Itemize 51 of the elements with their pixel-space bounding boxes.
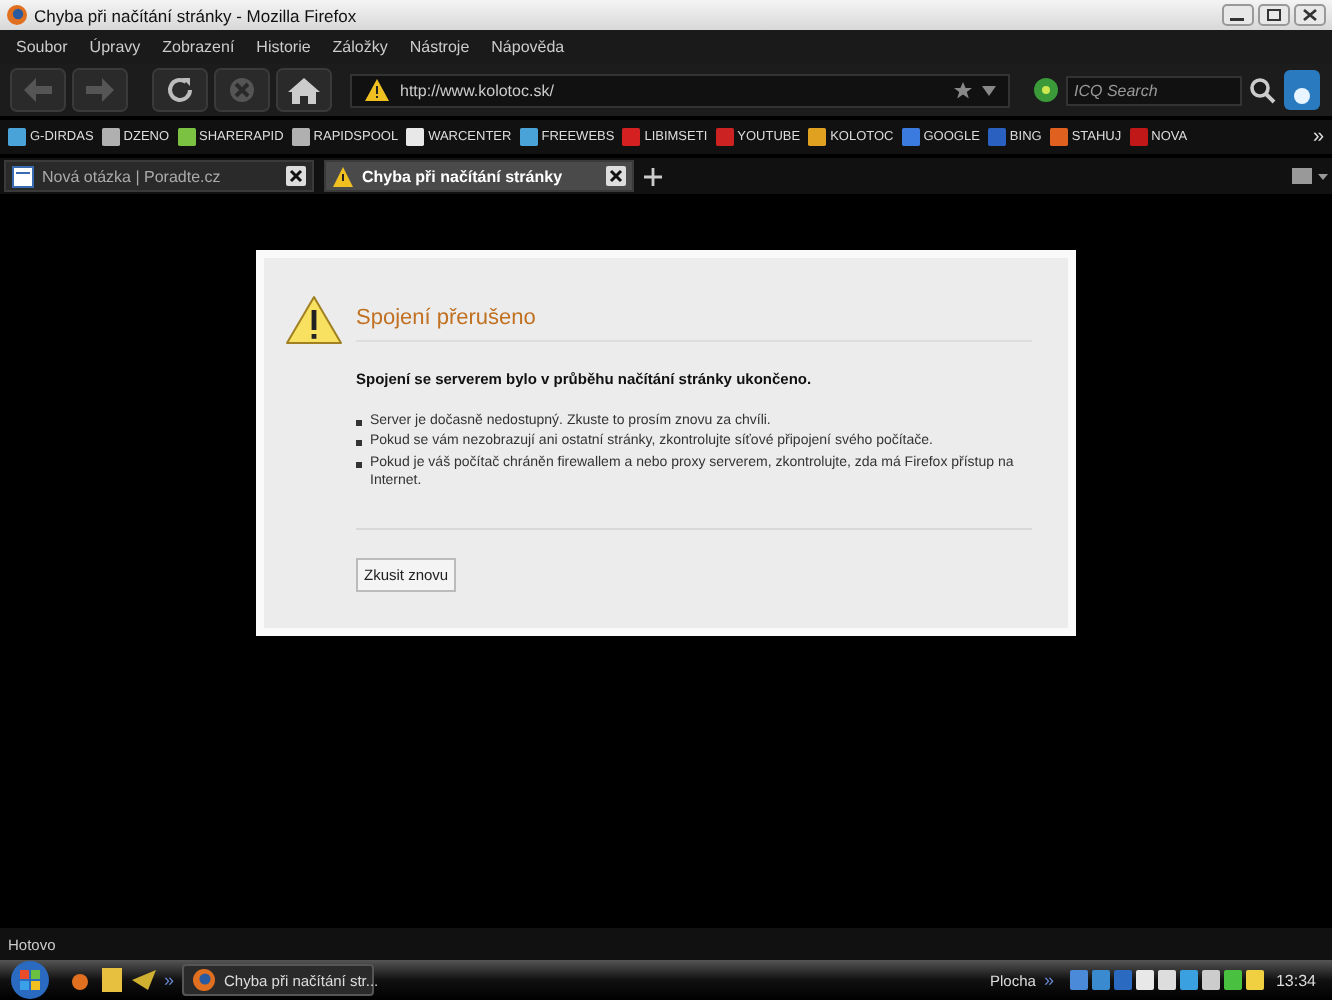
warning-icon[interactable] — [364, 78, 390, 102]
firefox-icon[interactable] — [192, 968, 217, 992]
star-icon[interactable] — [954, 81, 972, 99]
browser-tab[interactable]: Nová otázka | Poradte.cz — [4, 160, 314, 192]
more-button[interactable]: » — [1043, 970, 1054, 990]
close-icon[interactable] — [286, 166, 306, 186]
bookmark-icon — [987, 128, 1006, 146]
bookmark-icon — [808, 128, 827, 146]
clock: 13:34 — [1275, 971, 1316, 989]
bookmark-icon — [1049, 128, 1068, 146]
menu-item[interactable]: Úpravy — [89, 38, 141, 56]
close-icon[interactable] — [1294, 4, 1326, 26]
bookmark-icon — [291, 128, 310, 146]
menu-item[interactable]: Nástroje — [409, 38, 470, 56]
more-button[interactable]: » — [164, 970, 175, 990]
browser-tab[interactable]: Chyba při načítání stránky — [324, 160, 634, 192]
new-tab-icon[interactable] — [644, 167, 662, 185]
warning-icon — [332, 165, 354, 187]
window-title: Chyba při načítání stránky - Mozilla Firefox — [34, 5, 359, 25]
bookmark-icon — [101, 128, 120, 146]
bookmark-icon — [901, 128, 920, 146]
home-icon[interactable] — [276, 68, 332, 112]
search-icon[interactable] — [1248, 76, 1276, 104]
menu-item[interactable]: Soubor — [16, 38, 68, 56]
menu-item[interactable]: Záložky — [332, 38, 388, 56]
menu-item[interactable]: Zobrazení — [162, 38, 235, 56]
bookmark-icon — [406, 128, 425, 146]
maximize-icon[interactable] — [1258, 4, 1290, 26]
menu-item[interactable]: Historie — [256, 38, 311, 56]
bookmark-icon — [622, 128, 641, 146]
bookmark-icon — [8, 128, 26, 146]
bullet-icon — [356, 440, 362, 447]
bookmark-icon — [177, 128, 196, 146]
dropdown-icon[interactable] — [982, 85, 996, 95]
bullet-icon — [356, 461, 362, 468]
bullet-icon — [356, 420, 362, 426]
menu-item[interactable]: Nápověda — [491, 38, 565, 56]
bookmark-icon — [1129, 128, 1148, 146]
close-icon[interactable] — [606, 166, 626, 186]
error-title: Spojení přerušeno — [356, 306, 1032, 342]
warning-icon — [284, 294, 344, 346]
page-icon — [12, 165, 34, 187]
more-bookmarks-button[interactable]: » — [1312, 126, 1324, 148]
firefox-icon[interactable] — [6, 4, 28, 26]
tab-list-icon[interactable] — [1292, 166, 1328, 186]
search-field[interactable]: ICQ Search — [1066, 75, 1242, 105]
address-field[interactable]: http://www.kolotoc.sk/ — [350, 73, 1010, 107]
bookmark-icon — [519, 128, 538, 146]
bookmark-icon — [715, 128, 734, 146]
minimize-icon[interactable] — [1222, 4, 1254, 26]
reload-icon[interactable] — [152, 68, 208, 112]
